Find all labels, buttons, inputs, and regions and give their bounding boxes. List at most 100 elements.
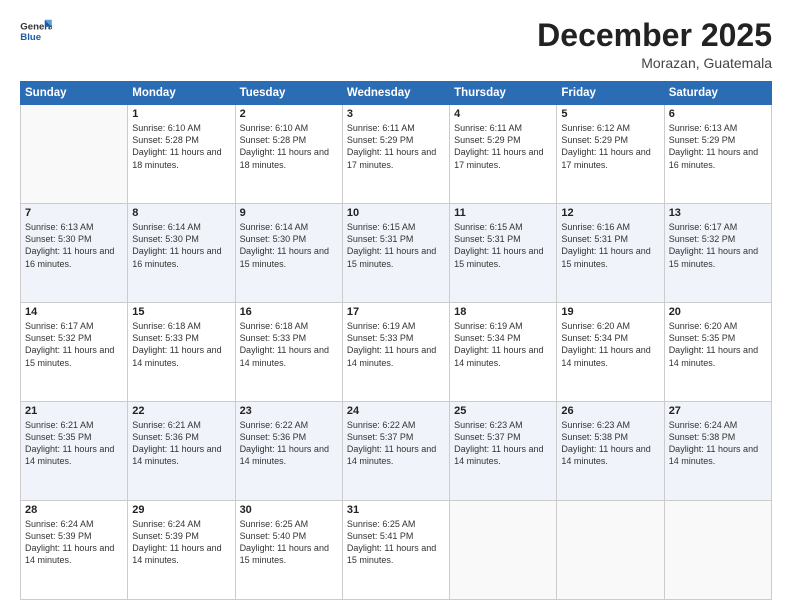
day-cell: 24 Sunrise: 6:22 AMSunset: 5:37 PMDayligh…: [342, 402, 449, 501]
day-number: 8: [132, 207, 230, 219]
day-cell: 20 Sunrise: 6:20 AMSunset: 5:35 PMDayligh…: [664, 303, 771, 402]
day-cell: 22 Sunrise: 6:21 AMSunset: 5:36 PMDayligh…: [128, 402, 235, 501]
day-info: Sunrise: 6:24 AMSunset: 5:39 PMDaylight:…: [25, 518, 123, 567]
day-number: 22: [132, 405, 230, 417]
day-info: Sunrise: 6:23 AMSunset: 5:37 PMDaylight:…: [454, 419, 552, 468]
day-number: 10: [347, 207, 445, 219]
day-info: Sunrise: 6:14 AMSunset: 5:30 PMDaylight:…: [240, 221, 338, 270]
week-row-4: 21Sunrise: 6:21 AMSunset: 5:35 PMDayligh…: [21, 402, 772, 501]
day-cell: 15 Sunrise: 6:18 AMSunset: 5:33 PMDayligh…: [128, 303, 235, 402]
header: General Blue December 2025 Morazan, Guat…: [20, 18, 772, 71]
header-row: SundayMondayTuesdayWednesdayThursdayFrid…: [21, 82, 772, 105]
day-number: 13: [669, 207, 767, 219]
day-info: Sunrise: 6:21 AMSunset: 5:36 PMDaylight:…: [132, 419, 230, 468]
day-info: Sunrise: 6:23 AMSunset: 5:38 PMDaylight:…: [561, 419, 659, 468]
day-cell: 16Sunrise: 6:18 AMSunset: 5:33 PMDayligh…: [235, 303, 342, 402]
day-info: Sunrise: 6:16 AMSunset: 5:31 PMDaylight:…: [561, 221, 659, 270]
page: General Blue December 2025 Morazan, Guat…: [0, 0, 792, 612]
day-cell: [450, 501, 557, 600]
day-info: Sunrise: 6:11 AMSunset: 5:29 PMDaylight:…: [347, 122, 445, 171]
day-cell: 9 Sunrise: 6:14 AMSunset: 5:30 PMDaylight…: [235, 204, 342, 303]
day-cell: 4 Sunrise: 6:11 AMSunset: 5:29 PMDaylight…: [450, 105, 557, 204]
day-info: Sunrise: 6:20 AMSunset: 5:35 PMDaylight:…: [669, 320, 767, 369]
day-cell: 27Sunrise: 6:24 AMSunset: 5:38 PMDayligh…: [664, 402, 771, 501]
day-cell: 1 Sunrise: 6:10 AMSunset: 5:28 PMDaylight…: [128, 105, 235, 204]
day-cell: 10 Sunrise: 6:15 AMSunset: 5:31 PMDayligh…: [342, 204, 449, 303]
day-info: Sunrise: 6:15 AMSunset: 5:31 PMDaylight:…: [347, 221, 445, 270]
week-row-2: 7 Sunrise: 6:13 AMSunset: 5:30 PMDaylight…: [21, 204, 772, 303]
day-info: Sunrise: 6:17 AMSunset: 5:32 PMDaylight:…: [669, 221, 767, 270]
day-number: 1: [132, 108, 230, 120]
day-number: 28: [25, 504, 123, 516]
day-number: 20: [669, 306, 767, 318]
day-info: Sunrise: 6:22 AMSunset: 5:37 PMDaylight:…: [347, 419, 445, 468]
col-header-thursday: Thursday: [450, 82, 557, 105]
day-number: 3: [347, 108, 445, 120]
day-info: Sunrise: 6:11 AMSunset: 5:29 PMDaylight:…: [454, 122, 552, 171]
day-cell: 19Sunrise: 6:20 AMSunset: 5:34 PMDayligh…: [557, 303, 664, 402]
day-info: Sunrise: 6:24 AMSunset: 5:38 PMDaylight:…: [669, 419, 767, 468]
col-header-friday: Friday: [557, 82, 664, 105]
day-cell: 25 Sunrise: 6:23 AMSunset: 5:37 PMDayligh…: [450, 402, 557, 501]
day-cell: 17Sunrise: 6:19 AMSunset: 5:33 PMDayligh…: [342, 303, 449, 402]
day-number: 23: [240, 405, 338, 417]
week-row-3: 14 Sunrise: 6:17 AMSunset: 5:32 PMDayligh…: [21, 303, 772, 402]
day-info: Sunrise: 6:18 AMSunset: 5:33 PMDaylight:…: [132, 320, 230, 369]
day-number: 25: [454, 405, 552, 417]
day-number: 4: [454, 108, 552, 120]
day-number: 11: [454, 207, 552, 219]
day-cell: 31Sunrise: 6:25 AMSunset: 5:41 PMDayligh…: [342, 501, 449, 600]
day-cell: 3 Sunrise: 6:11 AMSunset: 5:29 PMDaylight…: [342, 105, 449, 204]
day-cell: [557, 501, 664, 600]
day-info: Sunrise: 6:10 AMSunset: 5:28 PMDaylight:…: [132, 122, 230, 171]
day-info: Sunrise: 6:20 AMSunset: 5:34 PMDaylight:…: [561, 320, 659, 369]
day-cell: 7 Sunrise: 6:13 AMSunset: 5:30 PMDaylight…: [21, 204, 128, 303]
day-info: Sunrise: 6:24 AMSunset: 5:39 PMDaylight:…: [132, 518, 230, 567]
logo-icon: General Blue: [20, 18, 52, 46]
day-number: 18: [454, 306, 552, 318]
day-info: Sunrise: 6:18 AMSunset: 5:33 PMDaylight:…: [240, 320, 338, 369]
day-cell: 5Sunrise: 6:12 AMSunset: 5:29 PMDaylight…: [557, 105, 664, 204]
day-number: 15: [132, 306, 230, 318]
day-number: 29: [132, 504, 230, 516]
day-cell: 14 Sunrise: 6:17 AMSunset: 5:32 PMDayligh…: [21, 303, 128, 402]
day-cell: [21, 105, 128, 204]
day-number: 30: [240, 504, 338, 516]
day-info: Sunrise: 6:14 AMSunset: 5:30 PMDaylight:…: [132, 221, 230, 270]
location: Morazan, Guatemala: [537, 55, 772, 71]
logo: General Blue: [20, 18, 52, 46]
day-info: Sunrise: 6:13 AMSunset: 5:29 PMDaylight:…: [669, 122, 767, 171]
day-cell: 12 Sunrise: 6:16 AMSunset: 5:31 PMDayligh…: [557, 204, 664, 303]
col-header-wednesday: Wednesday: [342, 82, 449, 105]
day-cell: [664, 501, 771, 600]
svg-text:Blue: Blue: [20, 32, 41, 43]
col-header-tuesday: Tuesday: [235, 82, 342, 105]
day-cell: 8 Sunrise: 6:14 AMSunset: 5:30 PMDaylight…: [128, 204, 235, 303]
week-row-5: 28 Sunrise: 6:24 AMSunset: 5:39 PMDayligh…: [21, 501, 772, 600]
day-info: Sunrise: 6:13 AMSunset: 5:30 PMDaylight:…: [25, 221, 123, 270]
col-header-sunday: Sunday: [21, 82, 128, 105]
day-info: Sunrise: 6:21 AMSunset: 5:35 PMDaylight:…: [25, 419, 123, 468]
day-info: Sunrise: 6:12 AMSunset: 5:29 PMDaylight:…: [561, 122, 659, 171]
title-block: December 2025 Morazan, Guatemala: [537, 18, 772, 71]
day-number: 6: [669, 108, 767, 120]
col-header-monday: Monday: [128, 82, 235, 105]
day-number: 26: [561, 405, 659, 417]
day-info: Sunrise: 6:15 AMSunset: 5:31 PMDaylight:…: [454, 221, 552, 270]
day-number: 9: [240, 207, 338, 219]
calendar-table: SundayMondayTuesdayWednesdayThursdayFrid…: [20, 81, 772, 600]
day-number: 12: [561, 207, 659, 219]
day-number: 14: [25, 306, 123, 318]
day-cell: 11 Sunrise: 6:15 AMSunset: 5:31 PMDayligh…: [450, 204, 557, 303]
day-info: Sunrise: 6:25 AMSunset: 5:40 PMDaylight:…: [240, 518, 338, 567]
day-info: Sunrise: 6:17 AMSunset: 5:32 PMDaylight:…: [25, 320, 123, 369]
day-cell: 30 Sunrise: 6:25 AMSunset: 5:40 PMDayligh…: [235, 501, 342, 600]
day-cell: 28 Sunrise: 6:24 AMSunset: 5:39 PMDayligh…: [21, 501, 128, 600]
day-number: 2: [240, 108, 338, 120]
day-number: 24: [347, 405, 445, 417]
day-cell: 29 Sunrise: 6:24 AMSunset: 5:39 PMDayligh…: [128, 501, 235, 600]
day-cell: 13 Sunrise: 6:17 AMSunset: 5:32 PMDayligh…: [664, 204, 771, 303]
day-cell: 6 Sunrise: 6:13 AMSunset: 5:29 PMDaylight…: [664, 105, 771, 204]
day-number: 7: [25, 207, 123, 219]
day-cell: 2Sunrise: 6:10 AMSunset: 5:28 PMDaylight…: [235, 105, 342, 204]
